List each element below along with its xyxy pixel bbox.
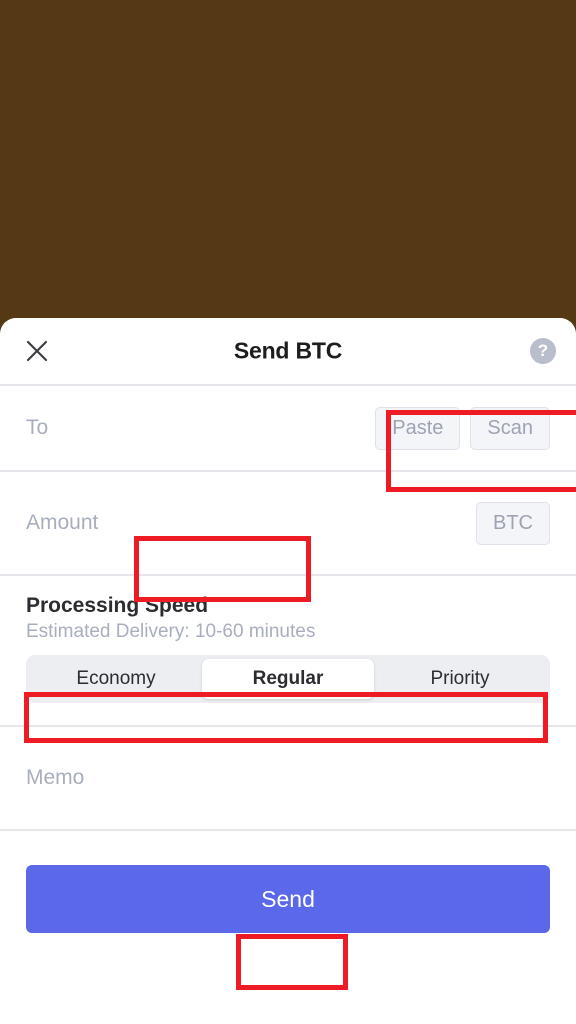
processing-speed-title: Processing Speed bbox=[26, 594, 209, 617]
processing-speed-section: Processing Speed Estimated Delivery: 10-… bbox=[0, 576, 576, 727]
to-field-row: To Paste Scan bbox=[0, 386, 576, 472]
amount-field-label: Amount bbox=[26, 511, 99, 534]
send-btc-sheet: Send BTC ? To Paste Scan Amount BTC Proc… bbox=[0, 318, 576, 1024]
send-button-container: Send bbox=[0, 831, 576, 933]
memo-field-label: Memo bbox=[26, 766, 85, 789]
page-title: Send BTC bbox=[233, 337, 343, 364]
currency-unit-button[interactable]: BTC bbox=[476, 501, 550, 545]
to-field-actions: Paste Scan bbox=[375, 406, 550, 450]
to-address-input[interactable] bbox=[48, 386, 376, 470]
segment-regular[interactable]: Regular bbox=[202, 659, 374, 699]
estimated-delivery-text: Estimated Delivery: 10-60 minutes bbox=[26, 621, 316, 642]
to-field-label: To bbox=[26, 416, 49, 439]
scan-button[interactable]: Scan bbox=[470, 406, 550, 450]
segment-economy[interactable]: Economy bbox=[30, 659, 202, 699]
memo-input[interactable] bbox=[98, 727, 550, 829]
help-circle-icon[interactable]: ? bbox=[530, 338, 556, 364]
segment-priority[interactable]: Priority bbox=[374, 659, 546, 699]
paste-button[interactable]: Paste bbox=[375, 406, 461, 450]
amount-field-row: Amount BTC bbox=[0, 472, 576, 576]
sheet-header: Send BTC ? bbox=[0, 318, 576, 386]
memo-field-row: Memo bbox=[0, 727, 576, 831]
send-button[interactable]: Send bbox=[26, 865, 550, 933]
amount-input[interactable] bbox=[112, 472, 476, 574]
processing-speed-segmented-control: Economy Regular Priority bbox=[26, 655, 550, 703]
